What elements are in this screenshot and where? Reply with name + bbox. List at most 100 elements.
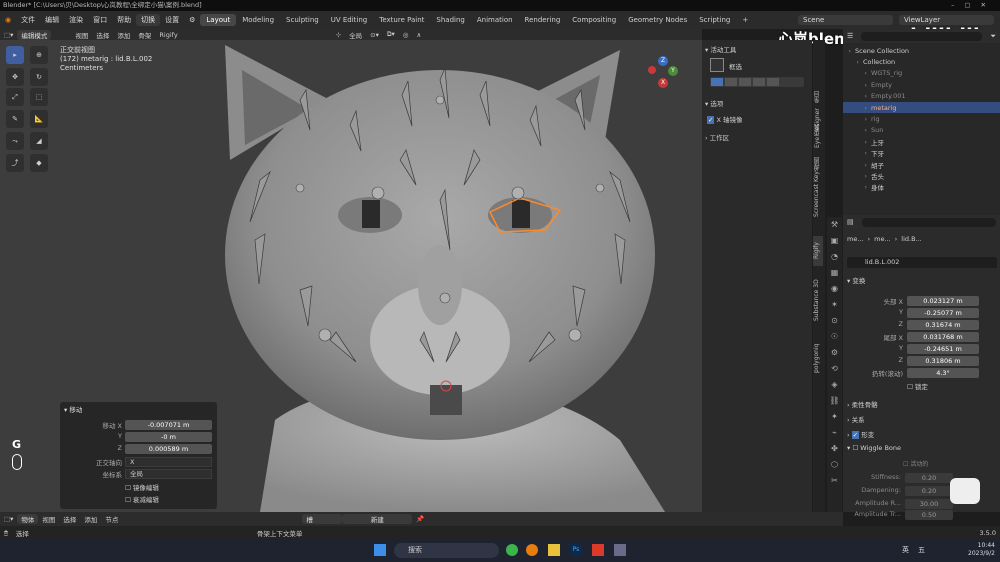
proportional-icon[interactable]: ◎ [399,31,413,39]
tab-animation[interactable]: Animation [471,14,519,26]
switch-button[interactable]: 切换 [136,14,161,26]
outliner-row[interactable]: ›舌头◉ [843,170,1000,181]
tab-screencast-keys[interactable]: Screencast Keys [813,158,823,228]
slot-selector[interactable]: 槽 [302,514,343,524]
navigation-gizmo[interactable]: Y Z X [640,56,690,96]
head-x-field[interactable]: 0.023127 m [907,296,979,306]
bottom-editor-icon[interactable]: ⬚▾ [0,515,17,523]
pivot-icon[interactable]: ⊙▾ [366,31,383,39]
breadcrumb-data[interactable]: me... [874,235,891,243]
tab-polygoniq[interactable]: polygoniq [813,334,823,382]
options-section-header[interactable]: ▾ 选项 [705,98,723,108]
bottom-menu-node[interactable]: 节点 [101,514,122,524]
lang-indicator[interactable]: 英 [902,545,909,555]
outliner-row[interactable]: ›Sun◉ [843,125,1000,136]
orient-select[interactable]: 全局 [125,469,212,479]
blender-logo-icon[interactable]: ◉ [0,16,16,24]
curve-icon[interactable]: ∧ [412,31,425,39]
select-box-tool[interactable]: ▸ [6,46,24,64]
measure-tool[interactable]: 📐 [30,110,48,128]
tab-sculpting[interactable]: Sculpting [280,14,325,26]
3d-viewport[interactable]: ▸ ⊕ ✥ ↻ ⤢ ⬚ ✎ 📐 ⤳ ◢ ⤴ ◆ 正交前视图 (172) meta… [0,40,702,512]
tool-section-header[interactable]: ▾ 活动工具 [705,44,736,54]
outliner-row[interactable]: ›Empty◉ [843,79,1000,90]
extrude-tool[interactable]: ⤴ [6,154,24,172]
deform-checkbox[interactable]: ✓ [851,431,860,439]
breadcrumb-bone[interactable]: lid.B... [901,235,921,243]
settings-menu[interactable]: 设置 [160,15,184,25]
menu-edit[interactable]: 编辑 [40,15,64,25]
outliner-editor-icon[interactable]: ☰ [843,32,857,40]
tab-layout[interactable]: Layout [200,14,237,26]
expand-icon[interactable]: › [843,92,867,100]
select-subtract-icon[interactable] [739,78,751,86]
app-icon-2[interactable] [614,544,626,556]
expand-icon[interactable]: › [843,126,867,134]
outliner-row[interactable]: ›身体◉ [843,182,1000,193]
expand-icon[interactable]: › [843,81,867,89]
expand-icon[interactable]: › [843,104,867,112]
dampening-field[interactable]: 0.20 [905,486,953,496]
select-new-icon[interactable] [711,78,723,86]
bottom-menu-view[interactable]: 视图 [38,514,59,524]
select-intersect-icon[interactable] [767,78,779,86]
stiffness-field[interactable]: 0.20 [905,473,953,483]
mirror-edit-checkbox[interactable]: ☐ 镜像编辑 [125,482,159,492]
viewport-menu-rigify[interactable]: Rigify [155,31,181,39]
tab-rendering[interactable]: Rendering [519,14,567,26]
menu-help[interactable]: 帮助 [112,15,136,25]
move-x-field[interactable]: -0.007071 m [125,420,212,430]
expand-icon[interactable]: › [843,183,867,191]
tab-geometry-nodes[interactable]: Geometry Nodes [622,14,693,26]
tab-substance-3d[interactable]: Substance 3D [813,270,823,330]
envelope-tool[interactable]: ◆ [30,154,48,172]
roll-tool[interactable]: ⤳ [6,132,24,150]
relations-section-header[interactable]: › 关系 [847,414,865,424]
blender-taskbar-icon[interactable] [526,544,538,556]
deform-section-header[interactable]: › ✓ 形变 [847,429,874,439]
taskbar-search[interactable]: 搜索 [394,543,499,558]
scale-tool[interactable]: ⤢ [6,88,24,106]
expand-icon[interactable]: › [843,149,867,157]
outliner-row[interactable]: ›Empty.001◉ [843,91,1000,102]
head-z-field[interactable]: 0.31674 m [907,320,979,330]
bottom-menu-add[interactable]: 添加 [80,514,101,524]
viewport-menu-view[interactable]: 视图 [71,30,92,40]
bone-size-tool[interactable]: ◢ [30,132,48,150]
start-icon[interactable] [374,544,386,556]
breadcrumb-armature[interactable]: me... [847,235,864,243]
new-material-button[interactable]: 新建 [342,514,413,524]
mode-selector[interactable]: 编辑模式 [17,29,52,40]
expand-icon[interactable]: › [843,47,851,55]
bendy-section-header[interactable]: › 柔性骨骼 [847,399,878,409]
head-y-field[interactable]: -0.25077 m [907,308,979,318]
wps-icon[interactable] [592,544,604,556]
video-play-icon[interactable] [950,478,980,504]
outliner-row[interactable]: ›WGTS_rig◉ [843,68,1000,79]
cursor-tool[interactable]: ⊕ [30,46,48,64]
roll-field[interactable]: 4.3° [907,368,979,378]
photoshop-icon[interactable]: Ps [570,544,582,556]
properties-editor-icon[interactable]: ▤ [843,218,858,226]
falloff-edit-checkbox[interactable]: ☐ 衰减编辑 [125,494,159,504]
box-select-icon[interactable] [710,58,724,72]
editor-type-icon[interactable]: ⬚▾ [0,31,17,39]
filter-icon[interactable]: ⏷ [986,32,1000,41]
tab-texture-paint[interactable]: Texture Paint [373,14,430,26]
amplitude-t-field[interactable]: 0.50 [905,510,953,520]
tab-modeling[interactable]: Modeling [236,14,280,26]
outliner-search[interactable] [861,31,983,41]
outliner-row[interactable]: ›rig◉ [843,113,1000,124]
tab-shading[interactable]: Shading [430,14,470,26]
tail-y-field[interactable]: -0.24651 m [907,344,979,354]
viewport-menu-select[interactable]: 选择 [92,30,113,40]
gizmo-x-axis[interactable]: X [658,78,668,88]
annotate-tool[interactable]: ✎ [6,110,24,128]
outliner-row[interactable]: ›下牙◉ [843,148,1000,159]
gear-icon[interactable]: ⚙ [184,16,200,24]
wiggle-section-header[interactable]: ▾ ☐ Wiggle Bone [847,444,901,452]
rotate-tool[interactable]: ↻ [30,68,48,86]
bottom-menu-select[interactable]: 选择 [59,514,80,524]
move-tool[interactable]: ✥ [6,68,24,86]
gizmo-x-neg[interactable] [648,66,656,74]
